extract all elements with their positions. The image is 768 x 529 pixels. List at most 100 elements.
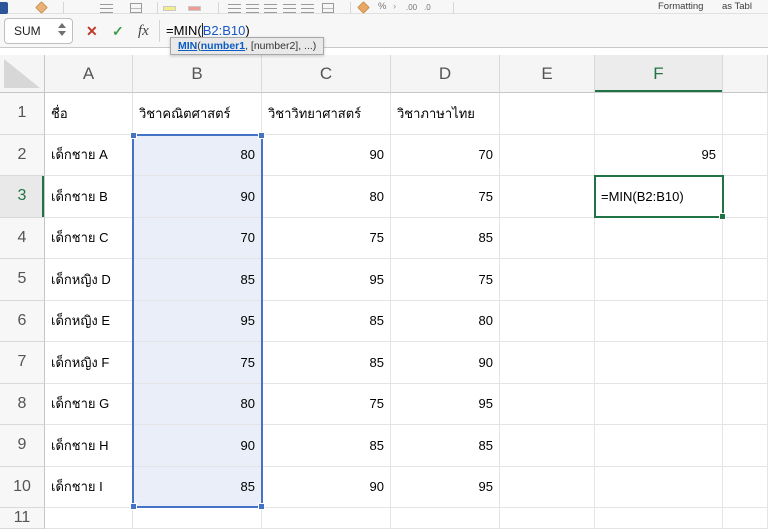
align-left-icon[interactable]	[228, 4, 241, 13]
cell-E7[interactable]	[500, 342, 595, 384]
cell-G6[interactable]	[723, 300, 768, 342]
row-header-11[interactable]: 11	[0, 508, 45, 529]
cell-C8[interactable]: 75	[262, 383, 391, 425]
cell-G4[interactable]	[723, 217, 768, 259]
cell-E8[interactable]	[500, 383, 595, 425]
increase-decimal-icon[interactable]: .00	[406, 3, 417, 12]
cell-F11[interactable]	[595, 508, 723, 529]
cell-D8[interactable]: 95	[391, 383, 500, 425]
cell-A5[interactable]: เด็กหญิง D	[45, 259, 133, 301]
comma-style-icon[interactable]: ›	[393, 1, 396, 12]
cell-D5[interactable]: 75	[391, 259, 500, 301]
column-header-c[interactable]: C	[262, 55, 391, 93]
select-all-corner[interactable]	[0, 55, 45, 93]
cell-F2[interactable]: 95	[595, 134, 723, 176]
cell-D11[interactable]	[391, 508, 500, 529]
row-header-10[interactable]: 10	[0, 466, 45, 508]
cell-C7[interactable]: 85	[262, 342, 391, 384]
cell-A2[interactable]: เด็กชาย A	[45, 134, 133, 176]
function-name-link[interactable]: MIN	[178, 40, 197, 52]
cell-F7[interactable]	[595, 342, 723, 384]
format-painter-icon[interactable]	[35, 1, 48, 14]
format-as-table-button[interactable]: as Tabl	[722, 1, 752, 12]
cell-A3[interactable]: เด็กชาย B	[45, 176, 133, 218]
stepper-up-icon[interactable]	[58, 23, 66, 28]
row-header-6[interactable]: 6	[0, 300, 45, 342]
cell-G2[interactable]	[723, 134, 768, 176]
cell-E1[interactable]	[500, 93, 595, 135]
cell-F3-formula[interactable]: =MIN(B2:B10)	[595, 176, 723, 218]
cell-G9[interactable]	[723, 425, 768, 467]
cell-D9[interactable]: 85	[391, 425, 500, 467]
cell-C10[interactable]: 90	[262, 466, 391, 508]
name-box[interactable]: SUM	[4, 18, 73, 44]
cell-F4[interactable]	[595, 217, 723, 259]
cell-C4[interactable]: 75	[262, 217, 391, 259]
cell-A6[interactable]: เด็กหญิง E	[45, 300, 133, 342]
cell-A10[interactable]: เด็กชาย I	[45, 466, 133, 508]
merge-center-icon[interactable]	[322, 3, 334, 13]
row-header-8[interactable]: 8	[0, 383, 45, 425]
cell-F8[interactable]	[595, 383, 723, 425]
borders-icon[interactable]	[130, 3, 142, 13]
cell-B8[interactable]: 80	[133, 383, 262, 425]
cell-A1[interactable]: ชื่อ	[45, 93, 133, 135]
cell-F9[interactable]	[595, 425, 723, 467]
column-header-e[interactable]: E	[500, 55, 595, 93]
cell-D10[interactable]: 95	[391, 466, 500, 508]
row-header-1[interactable]: 1	[0, 93, 45, 135]
cell-E5[interactable]	[500, 259, 595, 301]
cell-B11[interactable]	[133, 508, 262, 529]
fill-color-icon[interactable]	[163, 6, 176, 11]
cell-G7[interactable]	[723, 342, 768, 384]
cell-D7[interactable]: 90	[391, 342, 500, 384]
cell-D2[interactable]: 70	[391, 134, 500, 176]
cell-C2[interactable]: 90	[262, 134, 391, 176]
indent-icon[interactable]	[283, 4, 296, 13]
font-color-icon[interactable]	[188, 6, 201, 11]
cell-E2[interactable]	[500, 134, 595, 176]
currency-icon[interactable]	[357, 1, 370, 14]
stepper-down-icon[interactable]	[58, 31, 66, 36]
cell-D4[interactable]: 85	[391, 217, 500, 259]
cell-C6[interactable]: 85	[262, 300, 391, 342]
row-header-4[interactable]: 4	[0, 217, 45, 259]
cell-C11[interactable]	[262, 508, 391, 529]
column-header-d[interactable]: D	[391, 55, 500, 93]
cell-G10[interactable]	[723, 466, 768, 508]
cell-E11[interactable]	[500, 508, 595, 529]
cell-E6[interactable]	[500, 300, 595, 342]
percent-style-icon[interactable]: %	[378, 1, 386, 12]
cell-C5[interactable]: 95	[262, 259, 391, 301]
cell-B1[interactable]: วิชาคณิตศาสตร์	[133, 93, 262, 135]
align-right-icon[interactable]	[264, 4, 277, 13]
cancel-button[interactable]: ✕	[86, 14, 98, 48]
cell-E3[interactable]	[500, 176, 595, 218]
cell-B2[interactable]: 80	[133, 134, 262, 176]
cell-G5[interactable]	[723, 259, 768, 301]
column-header-b[interactable]: B	[133, 55, 262, 93]
underline-icon[interactable]	[100, 4, 113, 13]
cell-A4[interactable]: เด็กชาย C	[45, 217, 133, 259]
cell-B3[interactable]: 90	[133, 176, 262, 218]
cell-B6[interactable]: 95	[133, 300, 262, 342]
cell-F6[interactable]	[595, 300, 723, 342]
cell-A9[interactable]: เด็กชาย H	[45, 425, 133, 467]
row-header-5[interactable]: 5	[0, 259, 45, 301]
cell-A8[interactable]: เด็กชาย G	[45, 383, 133, 425]
cell-C1[interactable]: วิชาวิทยาศาสตร์	[262, 93, 391, 135]
name-box-stepper[interactable]	[58, 23, 67, 39]
wrap-text-icon[interactable]	[301, 4, 314, 13]
cell-D1[interactable]: วิชาภาษาไทย	[391, 93, 500, 135]
cell-D6[interactable]: 80	[391, 300, 500, 342]
cell-G1[interactable]	[723, 93, 768, 135]
cell-F5[interactable]	[595, 259, 723, 301]
conditional-formatting-button[interactable]: Formatting	[658, 1, 703, 12]
row-header-3[interactable]: 3	[0, 176, 45, 218]
cell-B5[interactable]: 85	[133, 259, 262, 301]
enter-button[interactable]: ✓	[112, 14, 124, 48]
row-header-9[interactable]: 9	[0, 425, 45, 467]
cell-E4[interactable]	[500, 217, 595, 259]
cell-E10[interactable]	[500, 466, 595, 508]
row-header-2[interactable]: 2	[0, 134, 45, 176]
